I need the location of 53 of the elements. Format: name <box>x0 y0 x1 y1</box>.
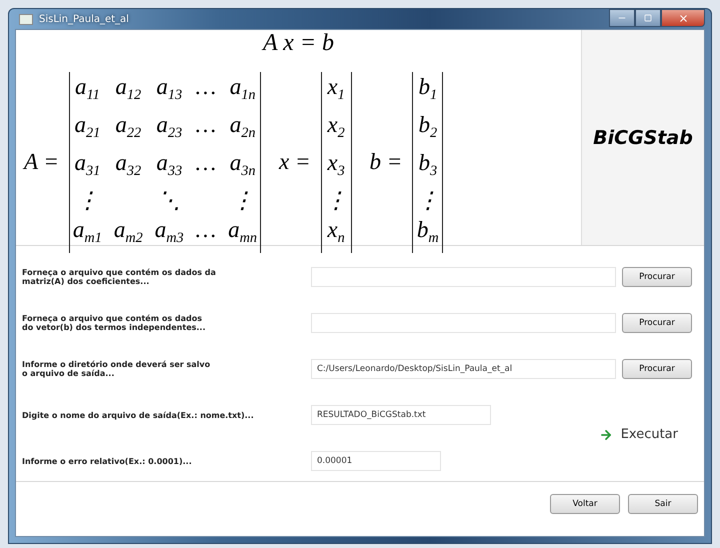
matrix-entry: ⋮ <box>230 186 256 215</box>
matrix-entry: b$_{m}$ <box>416 216 440 248</box>
matrix-label: A = <box>24 149 59 176</box>
matrix-entry: a$_{31}$ <box>73 148 102 181</box>
matrix-entry: x$_{n}$ <box>326 216 346 248</box>
matrix-entry: … <box>196 148 216 177</box>
matrix-entry: a$_{13}$ <box>155 73 184 105</box>
matrix-entry: a$_{3n}$ <box>228 148 256 181</box>
matrix-entry: x$_{3}$ <box>326 148 346 181</box>
field-label: Digite o nome do arquivo de saída(Ex.: nome.txt)... <box>22 410 255 420</box>
matrix-entry: … <box>196 73 216 101</box>
matrix-entry: ⋱ <box>156 186 182 215</box>
matrix-entry: ⋮ <box>74 186 100 215</box>
matrix-entry: a$_{22}$ <box>114 110 142 143</box>
matrix-entry: a$_{21}$ <box>73 110 102 143</box>
matrix-entry: a$_{m3}$ <box>154 216 184 248</box>
matrix-entry: … <box>196 110 216 139</box>
browse-button[interactable]: Procurar <box>622 267 692 287</box>
matrix-entry: a$_{11}$ <box>74 73 101 105</box>
vector-label: x = <box>279 149 311 176</box>
matrix-entry: a$_{12}$ <box>114 73 142 105</box>
execute-button[interactable]: Executar <box>592 426 684 443</box>
matrix-entry: b$_{1}$ <box>418 73 438 105</box>
vector-label: b = <box>370 149 402 176</box>
matrix-entry: x$_{1}$ <box>326 73 346 105</box>
matrix-entry: a$_{23}$ <box>155 110 184 143</box>
browse-button[interactable]: Procurar <box>622 359 692 379</box>
matrix-entry: a$_{1n}$ <box>228 73 256 105</box>
matrix-entry: b$_{2}$ <box>418 110 438 143</box>
field-label: Forneça o arquivo que contém os dados do vetor(b) dos termos independentes... <box>22 314 206 332</box>
field-label: Forneça o arquivo que contém os dados da matriz(A) dos coeficientes... <box>22 268 217 286</box>
path-field[interactable]: C:/Users/Leonardo/Desktop/SisLin_Paula_et_al <box>311 359 616 379</box>
matrix-entry: a$_{mn}$ <box>228 216 258 248</box>
matrix-entry: ⋮ <box>416 186 440 215</box>
back-button[interactable]: Voltar <box>550 494 620 514</box>
matrix-entry: x$_{2}$ <box>326 110 346 143</box>
matrix-entry: a$_{m1}$ <box>72 216 102 248</box>
field-label: Informe o diretório onde deverá ser salvo o arquivo de saída... <box>22 360 212 378</box>
window-title: SisLin_Paula_et_al <box>39 14 130 24</box>
browse-button[interactable]: Procurar <box>622 313 692 333</box>
input-field[interactable]: RESULTADO_BiCGStab.txt <box>311 405 491 425</box>
equation-title: A x = b <box>262 30 334 56</box>
matrix-entry: a$_{2n}$ <box>228 110 256 143</box>
exit-button[interactable]: Sair <box>628 494 698 514</box>
matrix-entry: a$_{32}$ <box>114 148 142 181</box>
matrix-entry: b$_{3}$ <box>418 148 438 181</box>
input-field[interactable]: 0.00001 <box>311 451 441 471</box>
matrix-entry: ⋮ <box>324 186 348 215</box>
matrix-entry: a$_{m2}$ <box>114 216 143 248</box>
field-label: Informe o erro relativo(Ex.: 0.0001)... <box>22 456 193 466</box>
matrix-entry: a$_{33}$ <box>155 148 184 181</box>
matrix-entry: … <box>196 216 216 244</box>
method-name: BiCGStab <box>593 126 693 148</box>
